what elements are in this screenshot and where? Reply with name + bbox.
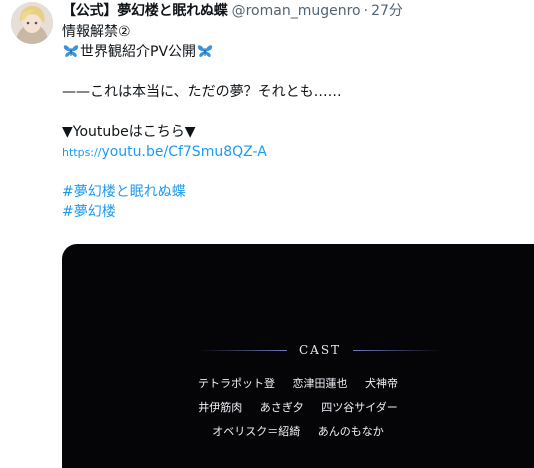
cast-title: CAST (298, 343, 342, 357)
youtube-link-scheme[interactable]: https:// (62, 146, 101, 159)
tweet-line-youtube: ▼Youtubeはこちら▼ (62, 124, 196, 140)
user-handle[interactable]: @roman_mugenro (232, 1, 361, 21)
cast-row: テトラポット登 恋津田蓮也 犬神帝 (62, 376, 534, 392)
hashtag-title[interactable]: #夢幻楼と眠れぬ蝶 (62, 184, 186, 200)
butterfly-icon (63, 45, 79, 58)
cast-heading: CAST (198, 340, 443, 360)
cast-name: 四ツ谷サイダー (321, 401, 398, 414)
separator-dot: · (363, 3, 369, 19)
tweet-line-tagline: ——これは本当に、ただの夢？それとも…… (62, 84, 342, 100)
tweet: 【公式】夢幻楼と眠れぬ蝶 @roman_mugenro · 27分 情報解禁② … (0, 0, 534, 468)
tweet-timestamp[interactable]: 27分 (371, 1, 403, 21)
pv-label: 世界観紹介PV公開 (80, 44, 197, 60)
tweet-line-pv: 世界観紹介PV公開 (62, 42, 532, 62)
hashtag-line: #夢幻楼と眠れぬ蝶 (62, 182, 532, 202)
divider (353, 349, 443, 351)
cast-name: 犬神帝 (365, 377, 398, 390)
youtube-link[interactable]: youtu.be/Cf7Smu8QZ-A (101, 144, 266, 160)
cast-row: オベリスク＝紹綺 あんのもなか (62, 424, 534, 440)
avatar-image (11, 2, 53, 44)
youtube-link-line: https://youtu.be/Cf7Smu8QZ-A (62, 142, 532, 162)
cast-name: 恋津田蓮也 (292, 377, 348, 390)
media-image[interactable]: CAST テトラポット登 恋津田蓮也 犬神帝 井伊筋肉 あさぎ夕 四ツ谷サイダー… (62, 244, 534, 468)
tweet-line-announcement: 情報解禁② (62, 24, 131, 40)
cast-name: オベリスク＝紹綺 (212, 425, 301, 438)
cast-name: テトラポット登 (198, 377, 275, 390)
divider (198, 349, 287, 351)
cast-name: 井伊筋肉 (198, 401, 243, 414)
tweet-header: 【公式】夢幻楼と眠れぬ蝶 @roman_mugenro · 27分 (62, 1, 403, 21)
display-name[interactable]: 【公式】夢幻楼と眠れぬ蝶 (62, 1, 228, 21)
hashtag-short[interactable]: #夢幻楼 (62, 204, 116, 220)
cast-name: あさぎ夕 (259, 401, 304, 414)
cast-name: あんのもなか (317, 425, 384, 438)
cast-row: 井伊筋肉 あさぎ夕 四ツ谷サイダー (62, 400, 534, 416)
tweet-text: 情報解禁② 世界観紹介PV公開 ——これは本当に、ただの夢？それとも…… ▼Yo… (62, 22, 532, 222)
hashtag-line: #夢幻楼 (62, 202, 532, 222)
avatar[interactable] (11, 2, 53, 44)
butterfly-icon (197, 45, 213, 58)
